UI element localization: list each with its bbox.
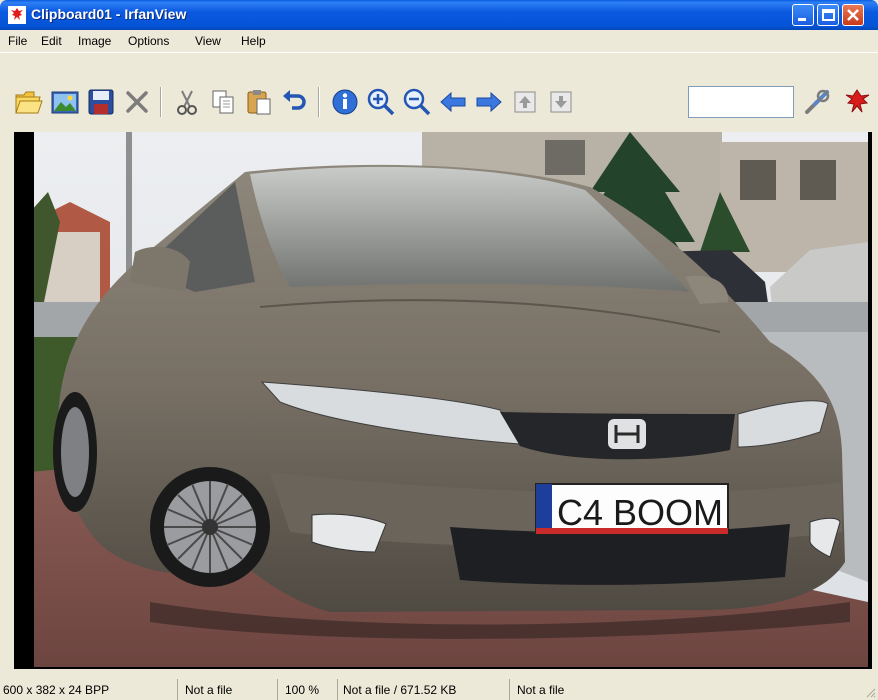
- toolbar-separator: [318, 87, 320, 117]
- save-icon: [88, 89, 114, 115]
- copy-icon: [212, 90, 234, 114]
- info-icon: [332, 89, 358, 115]
- maximize-button[interactable]: [817, 4, 839, 26]
- maximize-icon: [822, 9, 835, 21]
- page-number-input[interactable]: [688, 86, 794, 118]
- menu-file[interactable]: File: [8, 34, 27, 48]
- first-page-icon: [514, 91, 536, 113]
- menu-image[interactable]: Image: [78, 34, 111, 48]
- undo-button[interactable]: [278, 85, 312, 119]
- thumbnails-icon: [51, 91, 79, 114]
- irfanview-button[interactable]: [840, 85, 874, 119]
- status-file-info: Not a file: [517, 683, 565, 697]
- status-zoom: 100 %: [282, 679, 338, 700]
- zoom-in-button[interactable]: [364, 85, 398, 119]
- settings-icon: [805, 89, 830, 114]
- minimize-icon: [798, 18, 806, 21]
- copy-button[interactable]: [206, 85, 240, 119]
- info-button[interactable]: [328, 85, 362, 119]
- menu-view[interactable]: View: [195, 34, 221, 48]
- zoom-in-icon: [367, 88, 395, 116]
- resize-grip-icon[interactable]: [864, 686, 876, 698]
- menu-bar: File Edit Image Options View Help: [0, 30, 878, 52]
- cut-icon: [177, 90, 197, 115]
- menu-help[interactable]: Help: [241, 34, 266, 48]
- thumbnails-button[interactable]: [48, 85, 82, 119]
- settings-button[interactable]: [800, 85, 834, 119]
- next-icon: [476, 91, 502, 113]
- open-button[interactable]: [12, 85, 46, 119]
- plate-text: C4 BOOM: [557, 492, 723, 533]
- zoom-out-button[interactable]: [400, 85, 434, 119]
- window-title: Clipboard01 - IrfanView: [31, 6, 187, 22]
- close-icon: [847, 9, 859, 21]
- irfanview-icon: [845, 89, 870, 113]
- last-page-button[interactable]: [544, 85, 578, 119]
- menu-options[interactable]: Options: [128, 34, 169, 48]
- minimize-button[interactable]: [792, 4, 814, 26]
- save-button[interactable]: [84, 85, 118, 119]
- toolbar-separator: [160, 87, 162, 117]
- status-file: Not a file: [182, 679, 278, 700]
- close-button[interactable]: [842, 4, 864, 26]
- title-bar[interactable]: Clipboard01 - IrfanView: [0, 0, 878, 30]
- toolbar: [0, 52, 878, 132]
- car-photo: C4 BOOM: [30, 132, 868, 667]
- irfanview-window: Clipboard01 - IrfanView File Edit Image …: [0, 0, 878, 700]
- status-bar: 600 x 382 x 24 BPP Not a file 100 % Not …: [0, 679, 878, 700]
- zoom-out-icon: [403, 88, 431, 116]
- next-button[interactable]: [472, 85, 506, 119]
- status-dimensions: 600 x 382 x 24 BPP: [0, 679, 178, 700]
- undo-icon: [283, 90, 306, 110]
- paste-icon: [247, 90, 271, 115]
- previous-icon: [440, 91, 466, 113]
- status-filesize: Not a file / 671.52 KB: [340, 679, 510, 700]
- irfanview-app-icon: [8, 6, 26, 24]
- open-folder-icon: [15, 91, 43, 114]
- first-page-button[interactable]: [508, 85, 542, 119]
- paste-button[interactable]: [242, 85, 276, 119]
- last-page-icon: [550, 91, 572, 113]
- image-viewer[interactable]: C4 BOOM: [14, 132, 872, 669]
- menu-edit[interactable]: Edit: [41, 34, 62, 48]
- delete-icon: [126, 91, 148, 113]
- delete-button[interactable]: [120, 85, 154, 119]
- cut-button[interactable]: [170, 85, 204, 119]
- previous-button[interactable]: [436, 85, 470, 119]
